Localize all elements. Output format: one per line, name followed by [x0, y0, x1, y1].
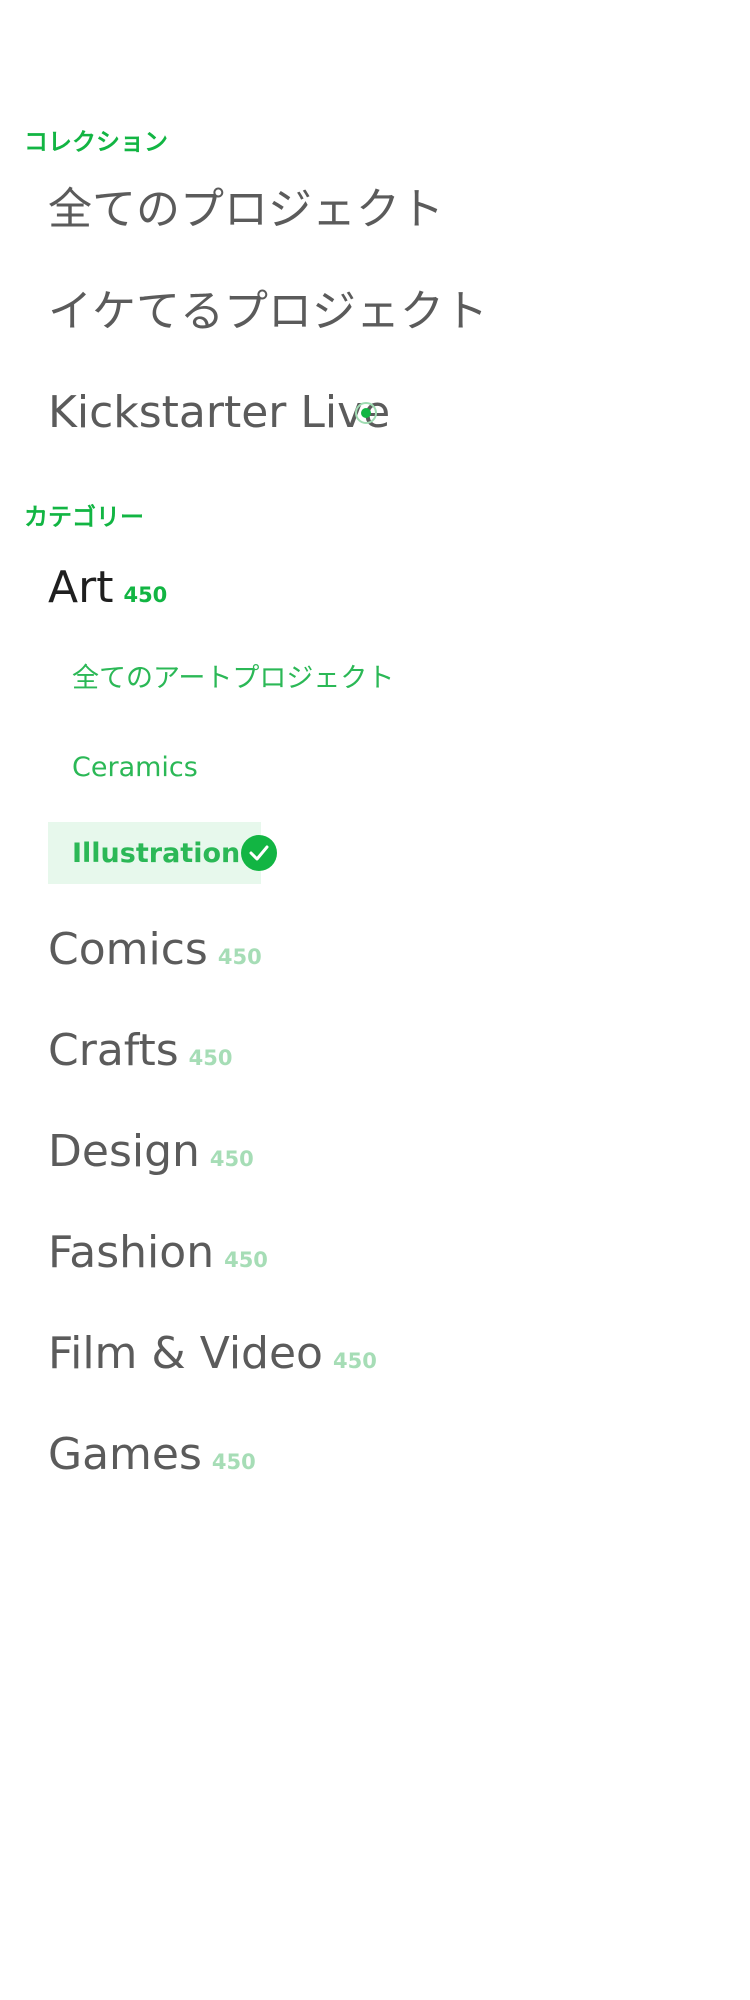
- subcategory-item-illustration[interactable]: Illustration: [72, 840, 240, 867]
- collection-item-label: Kickstarter Live: [48, 387, 391, 438]
- category-label: Fashion: [48, 1227, 215, 1278]
- category-count: 450: [217, 945, 262, 969]
- category-count: 450: [332, 1349, 377, 1373]
- categories-header: カテゴリー: [24, 503, 144, 531]
- category-label: Games: [48, 1429, 202, 1480]
- live-indicator-icon: [355, 402, 377, 424]
- category-item-fashion[interactable]: Fashion 450: [48, 1231, 268, 1275]
- category-item-art[interactable]: Art 450: [48, 566, 167, 610]
- collection-item-projects-we-love[interactable]: イケてるプロジェクト: [48, 290, 488, 334]
- category-label: Film & Video: [48, 1328, 323, 1379]
- category-item-film-video[interactable]: Film & Video 450: [48, 1332, 377, 1376]
- subcategory-item-all-art[interactable]: 全てのアートプロジェクト: [72, 665, 394, 692]
- category-count: 450: [211, 1450, 256, 1474]
- collection-item-kickstarter-live[interactable]: Kickstarter Live: [48, 391, 390, 435]
- category-item-comics[interactable]: Comics 450: [48, 928, 262, 972]
- collection-item-all-projects[interactable]: 全てのプロジェクト: [48, 188, 444, 232]
- category-label: Design: [48, 1126, 200, 1177]
- category-count: 450: [224, 1248, 268, 1272]
- category-count: 450: [123, 583, 168, 607]
- category-count: 450: [209, 1147, 254, 1171]
- category-item-design[interactable]: Design 450: [48, 1130, 254, 1174]
- category-label: Comics: [48, 924, 208, 975]
- category-item-games[interactable]: Games 450: [48, 1433, 256, 1477]
- category-label: Crafts: [48, 1025, 179, 1076]
- checkmark-icon: [241, 835, 277, 871]
- collections-header: コレクション: [24, 128, 168, 156]
- subcategory-item-ceramics[interactable]: Ceramics: [72, 754, 198, 781]
- category-label: Art: [48, 562, 114, 613]
- category-count: 450: [188, 1046, 233, 1070]
- category-item-crafts[interactable]: Crafts 450: [48, 1029, 233, 1073]
